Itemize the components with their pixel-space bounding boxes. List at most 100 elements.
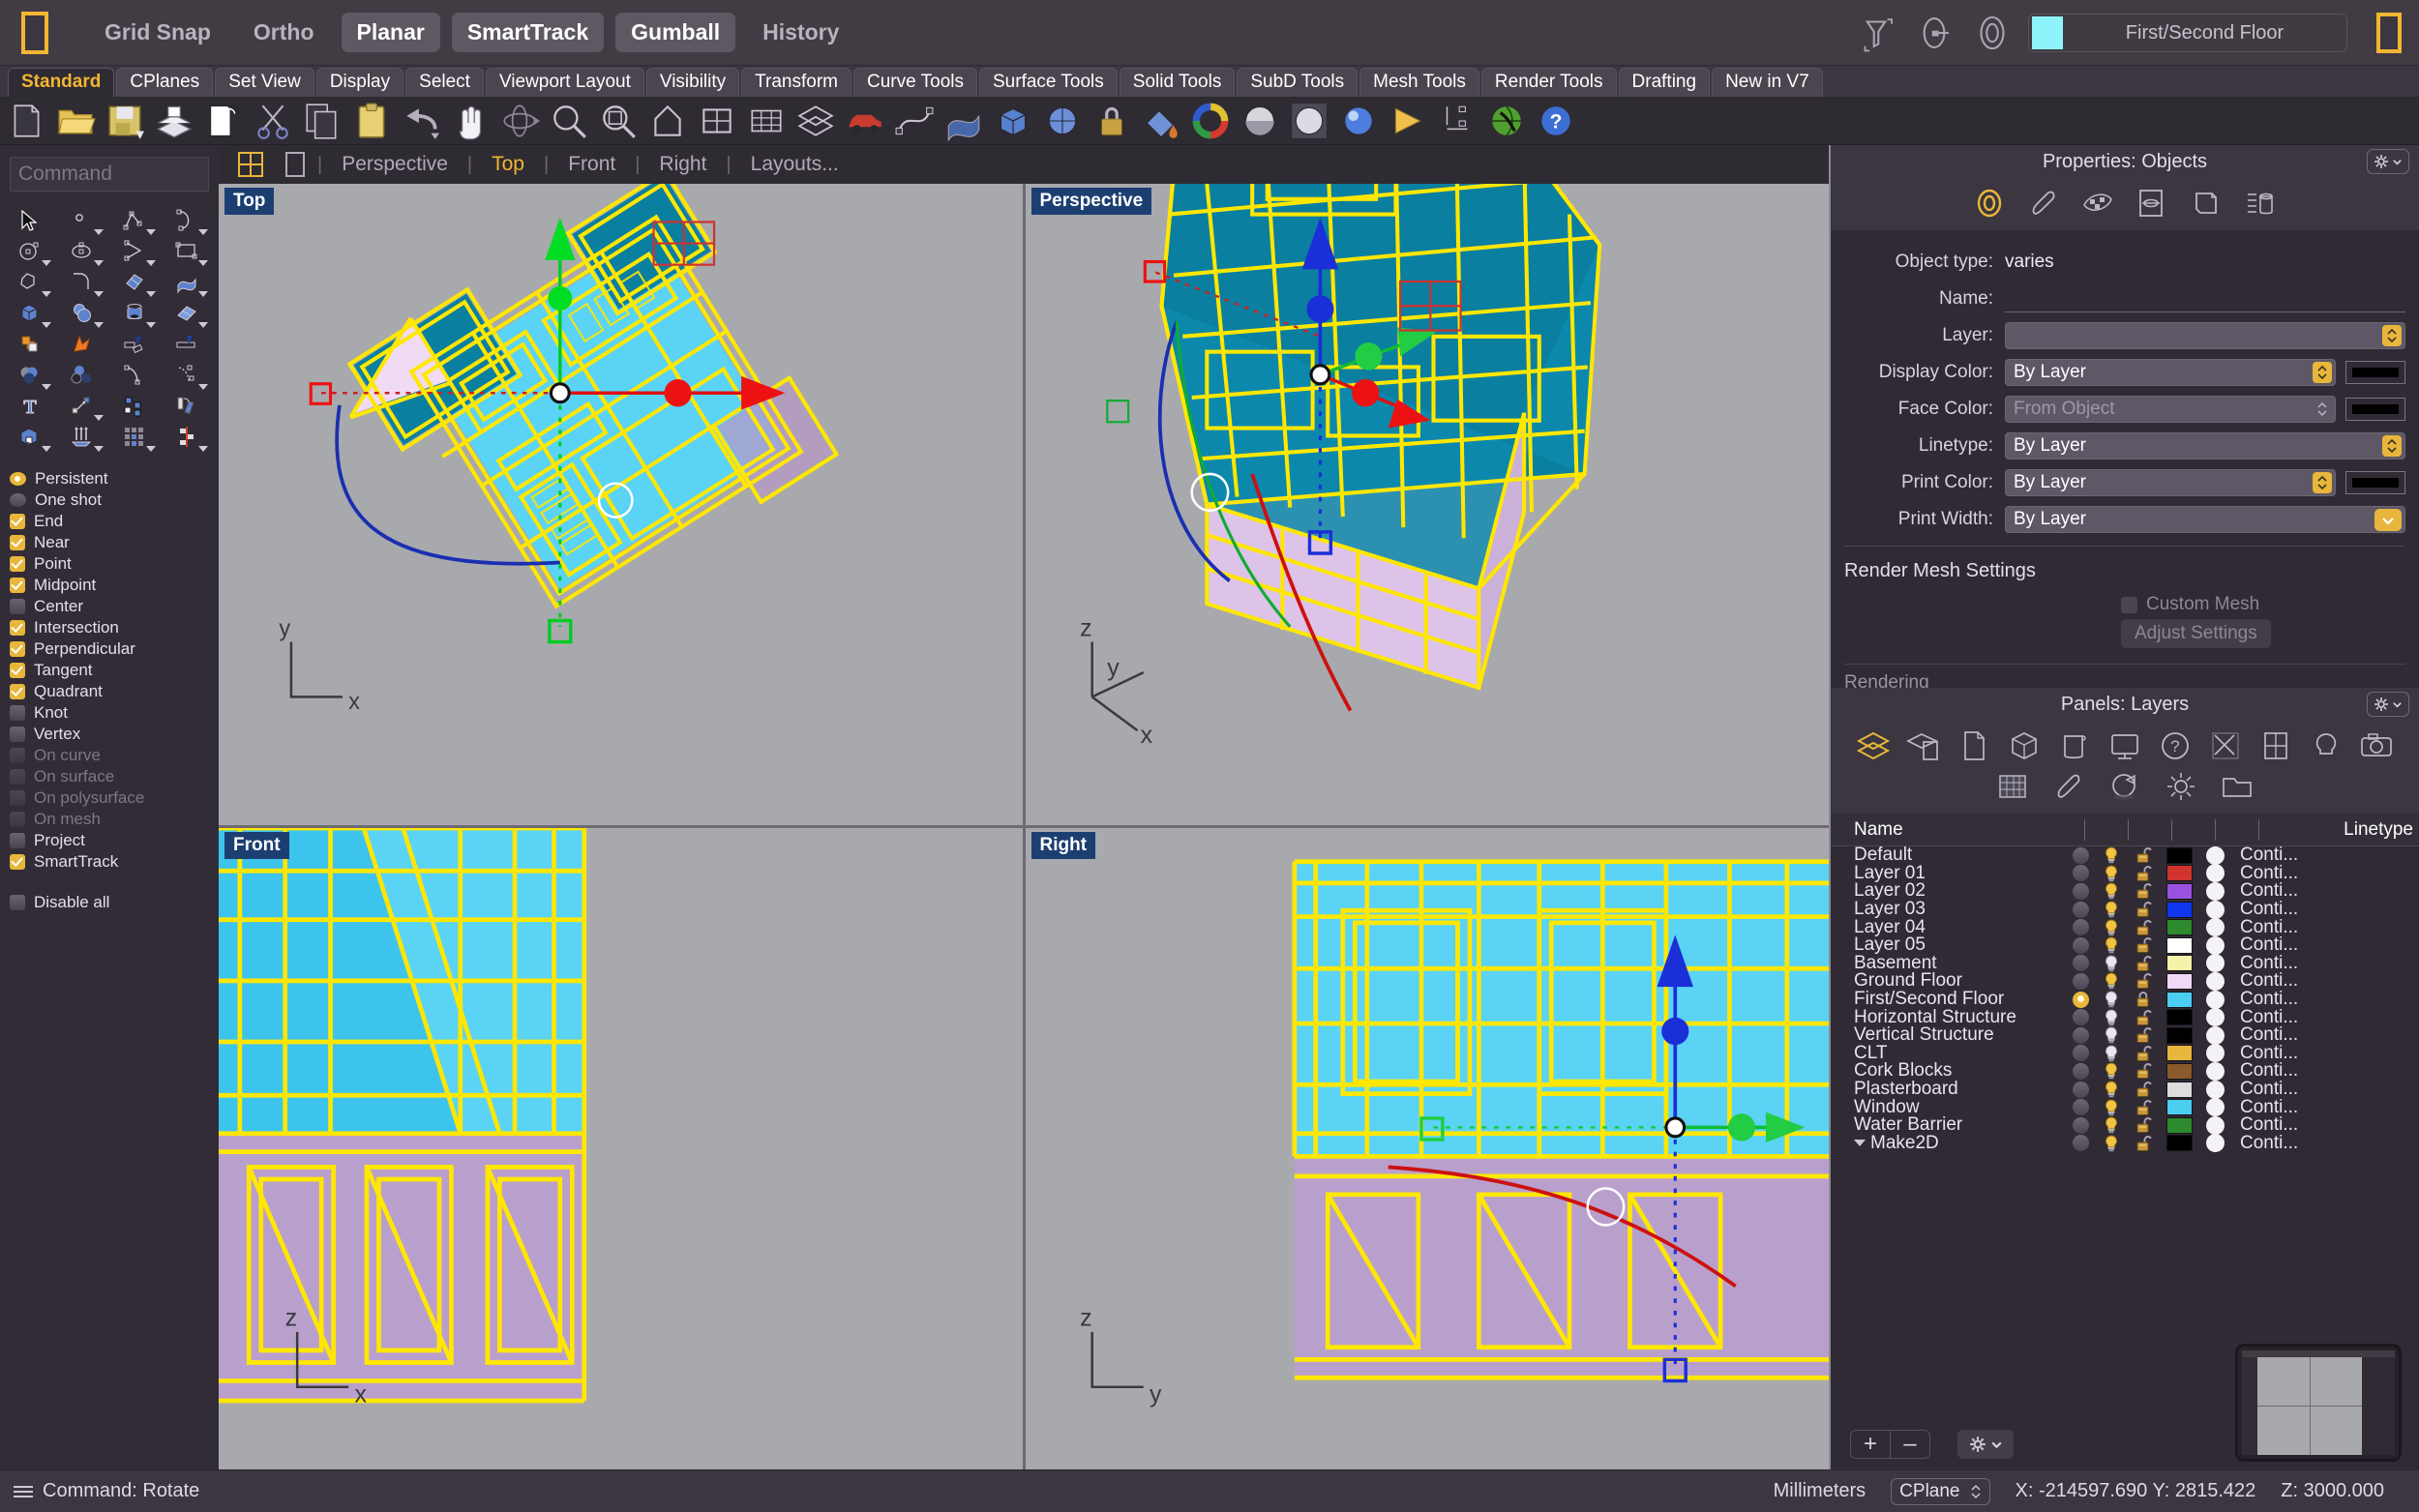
- lock-icon[interactable]: [1091, 101, 1132, 141]
- layer-color-swatch[interactable]: [2166, 991, 2193, 1008]
- checkbox-intersection[interactable]: [10, 620, 25, 636]
- layers-table-body[interactable]: Default Conti... Layer 01 Conti... Layer 02 C…: [1831, 846, 2419, 1419]
- pan-hand-icon[interactable]: [450, 101, 491, 141]
- paste-icon[interactable]: [351, 101, 392, 141]
- polygon-icon[interactable]: [4, 267, 56, 298]
- layer-color-swatch[interactable]: [2166, 901, 2193, 918]
- tab-cplanes[interactable]: CPlanes: [116, 68, 214, 97]
- layer-color-swatch[interactable]: [2166, 919, 2193, 936]
- osnap-intersection[interactable]: Intersection: [10, 617, 219, 638]
- print-icon[interactable]: [154, 101, 194, 141]
- cplane-selector[interactable]: CPlane: [1891, 1477, 1990, 1505]
- arc-icon[interactable]: [108, 236, 161, 267]
- print-width-select[interactable]: By Layer: [2005, 506, 2405, 533]
- viewport-label[interactable]: Top: [224, 188, 275, 215]
- record-history-icon[interactable]: [1912, 11, 1956, 55]
- extrude-icon[interactable]: [56, 422, 108, 453]
- osnap-persistent-row[interactable]: Persistent: [10, 468, 219, 489]
- copy-to-clipboard-icon[interactable]: [203, 101, 244, 141]
- filter-icon[interactable]: [1854, 11, 1898, 55]
- color-wheel-icon[interactable]: [1190, 101, 1231, 141]
- zoom-selected-icon[interactable]: [647, 101, 688, 141]
- layer-material-swatch[interactable]: [2206, 864, 2225, 883]
- chevron-down-icon[interactable]: [2374, 509, 2402, 531]
- zoom-extents-icon[interactable]: [549, 101, 589, 141]
- checkbox-center[interactable]: [10, 599, 25, 614]
- layer-locked-icon[interactable]: [2134, 991, 2153, 1008]
- viewport-tab-perspective[interactable]: Perspective: [322, 153, 467, 176]
- layer-unlocked-icon[interactable]: [2134, 1116, 2153, 1134]
- layer-unlocked-icon[interactable]: [2134, 1099, 2153, 1116]
- layer-linetype-cell[interactable]: Conti...: [2240, 1133, 2298, 1154]
- tab-subd-tools[interactable]: SubD Tools: [1237, 68, 1359, 97]
- layer-row[interactable]: First/Second Floor Conti...: [1831, 989, 2419, 1009]
- chevron-down-icon[interactable]: [1854, 1140, 1866, 1147]
- toggle-grid-snap[interactable]: Grid Snap: [89, 13, 226, 52]
- add-layer-button[interactable]: +: [1851, 1431, 1890, 1458]
- layer-color-swatch[interactable]: [2166, 1135, 2193, 1152]
- layer-row[interactable]: Layer 03 Conti...: [1831, 899, 2419, 919]
- layer-color-swatch[interactable]: [2166, 972, 2193, 990]
- current-layer-radio[interactable]: [2073, 936, 2089, 954]
- layer-color-swatch[interactable]: [2166, 1062, 2193, 1080]
- layer-row[interactable]: Cork Blocks Conti...: [1831, 1060, 2419, 1081]
- display-color-select[interactable]: By Layer: [2005, 359, 2336, 386]
- osnap-near[interactable]: Near: [10, 532, 219, 553]
- current-layer-radio[interactable]: [2073, 1081, 2089, 1098]
- checkbox-knot[interactable]: [10, 705, 25, 721]
- tab-select[interactable]: Select: [405, 68, 484, 97]
- checkbox-end[interactable]: [10, 514, 25, 529]
- layer-row[interactable]: Layer 05 Conti...: [1831, 934, 2419, 955]
- layout-icon[interactable]: [2256, 726, 2295, 765]
- box-icon[interactable]: [4, 298, 56, 329]
- surface-plane-icon[interactable]: [161, 298, 213, 329]
- rotate-view-icon[interactable]: [499, 101, 540, 141]
- tab-drafting[interactable]: Drafting: [1618, 68, 1711, 97]
- layer-material-swatch[interactable]: [2206, 971, 2225, 991]
- folder-icon[interactable]: [2218, 767, 2256, 806]
- tab-render-tools[interactable]: Render Tools: [1480, 68, 1617, 97]
- checkbox-tangent[interactable]: [10, 663, 25, 678]
- checkbox-smarttrack[interactable]: [10, 854, 25, 870]
- osnap-vertex[interactable]: Vertex: [10, 724, 219, 745]
- mirror-icon[interactable]: [161, 391, 213, 422]
- current-layer-radio[interactable]: [2073, 1099, 2089, 1116]
- layer-color-swatch[interactable]: [2166, 1081, 2193, 1098]
- layer-visibility-bulb-icon[interactable]: [2103, 1062, 2120, 1080]
- current-layer-radio[interactable]: [2073, 865, 2089, 882]
- curve-icon[interactable]: [161, 205, 213, 236]
- radio-one-shot[interactable]: [10, 493, 26, 507]
- layer-unlocked-icon[interactable]: [2134, 972, 2153, 990]
- toggle-smarttrack[interactable]: SmartTrack: [451, 13, 605, 52]
- light-icon[interactable]: [2307, 726, 2345, 765]
- layer-row[interactable]: Layer 01 Conti...: [1831, 863, 2419, 883]
- notes-icon[interactable]: [2055, 726, 2094, 765]
- layer-material-swatch[interactable]: [2206, 1061, 2225, 1081]
- viewport-perspective[interactable]: Perspective z y x: [1025, 184, 1829, 825]
- planar-grid-icon[interactable]: [746, 101, 787, 141]
- layer-material-swatch[interactable]: [2206, 1098, 2225, 1117]
- dimension-icon[interactable]: [1388, 101, 1428, 141]
- tab-visibility[interactable]: Visibility: [645, 68, 740, 97]
- layer-visibility-bulb-icon[interactable]: [2103, 991, 2120, 1008]
- checkbox-near[interactable]: [10, 535, 25, 550]
- texture-mapping-icon[interactable]: [2078, 184, 2117, 222]
- layer-visibility-bulb-icon[interactable]: [2103, 1009, 2120, 1026]
- osnap-project[interactable]: Project: [10, 830, 219, 851]
- object-properties-icon[interactable]: [1970, 184, 2009, 222]
- layer-visibility-bulb-icon[interactable]: [2103, 955, 2120, 972]
- layer-material-swatch[interactable]: [2206, 990, 2225, 1009]
- sun-icon[interactable]: [2162, 767, 2200, 806]
- layer-visibility-bulb-icon[interactable]: [2103, 1081, 2120, 1098]
- offset-dashed-icon[interactable]: [161, 360, 213, 391]
- command-input[interactable]: [10, 157, 209, 192]
- layers-toolbar-icon[interactable]: [795, 101, 836, 141]
- help-icon[interactable]: ?: [1536, 101, 1576, 141]
- layer-visibility-bulb-icon[interactable]: [2103, 1135, 2120, 1152]
- layer-row[interactable]: CLT Conti...: [1831, 1043, 2419, 1063]
- boolean-union-icon[interactable]: [4, 329, 56, 360]
- tab-curve-tools[interactable]: Curve Tools: [853, 68, 977, 97]
- stepper-icon[interactable]: [2382, 325, 2402, 346]
- help-icon[interactable]: ?: [2156, 726, 2195, 765]
- select-arrow-icon[interactable]: [4, 205, 56, 236]
